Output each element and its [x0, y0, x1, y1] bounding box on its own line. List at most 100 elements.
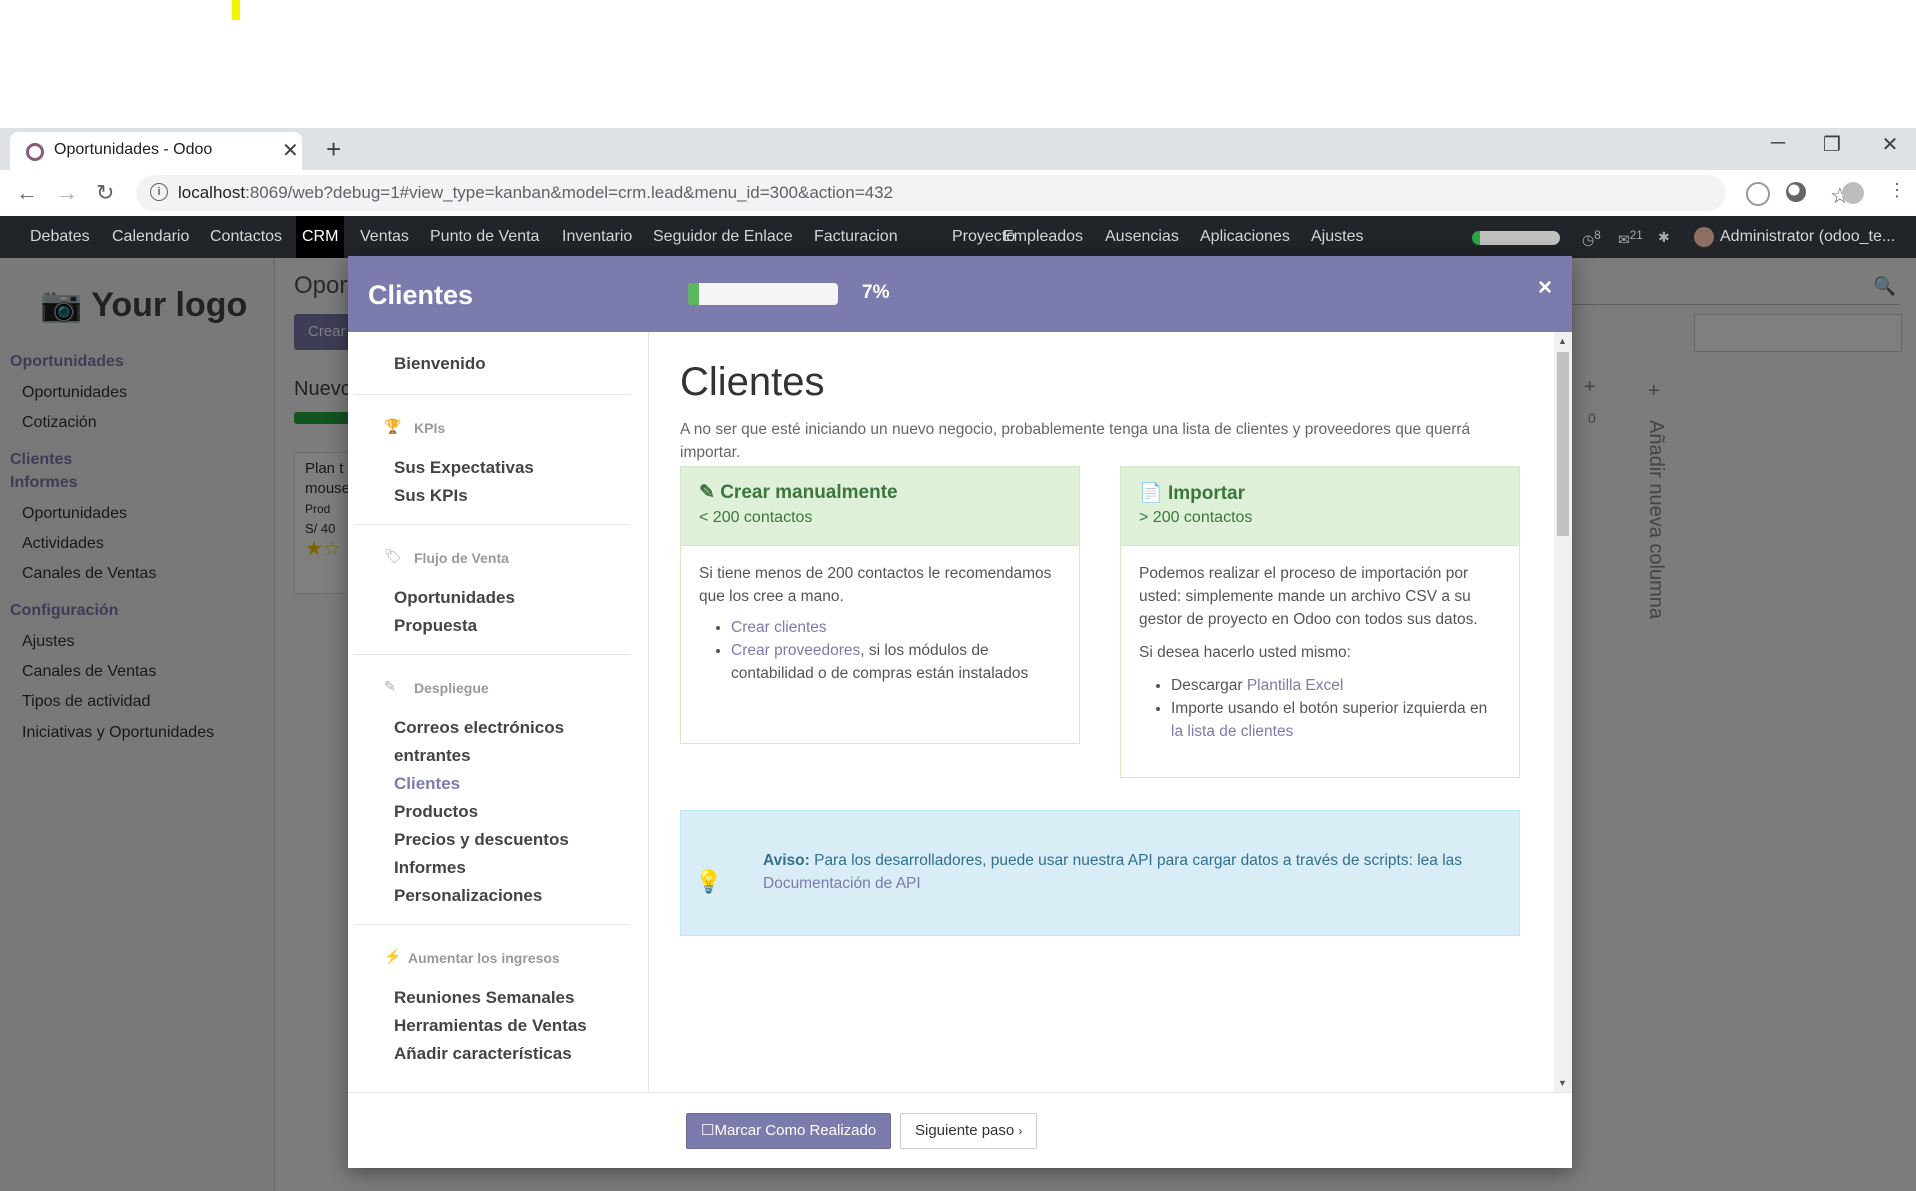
- url-text: localhost:8069/web?debug=1#view_type=kan…: [178, 183, 893, 203]
- menu-item-debates[interactable]: Debates: [30, 228, 90, 246]
- scroll-thumb[interactable]: [1557, 352, 1569, 536]
- divider: [354, 654, 630, 655]
- messages-count: 21: [1629, 229, 1643, 242]
- menu-item-inventario[interactable]: Inventario: [562, 228, 632, 246]
- browser-menu-icon[interactable]: ⋮: [1888, 180, 1906, 201]
- card-text: Si desea hacerlo usted mismo:: [1139, 644, 1351, 661]
- mark-done-label: Marcar Como Realizado: [714, 1122, 877, 1139]
- menu-item-empleados[interactable]: Empleados: [1003, 228, 1083, 246]
- activities-icon[interactable]: ◷8: [1582, 229, 1601, 249]
- create-vendors-link[interactable]: Crear proveedores: [731, 642, 860, 659]
- tag-icon: 🏷: [384, 548, 402, 564]
- nav-link[interactable]: entrantes: [394, 746, 471, 766]
- scroll-down-icon[interactable]: ▼: [1558, 1078, 1567, 1088]
- nav-link[interactable]: Oportunidades: [394, 588, 515, 608]
- url-input[interactable]: i localhost:8069/web?debug=1#view_type=k…: [136, 175, 1850, 211]
- menu-item-ajustes[interactable]: Ajustes: [1311, 228, 1363, 246]
- nav-link[interactable]: Herramientas de Ventas: [394, 1016, 587, 1036]
- notice-body: Para los desarrolladores, puede usar nue…: [809, 852, 1463, 869]
- nav-link[interactable]: Sus KPIs: [394, 486, 468, 506]
- nav-link[interactable]: Personalizaciones: [394, 886, 542, 906]
- menu-item-punto-de-venta[interactable]: Punto de Venta: [430, 228, 539, 246]
- list-item-text: Importe usando el botón superior izquier…: [1171, 700, 1488, 717]
- debug-bug-icon[interactable]: ✱: [1658, 229, 1670, 246]
- divider: [354, 924, 630, 925]
- modal-footer: ☐Marcar Como Realizado Siguiente paso ›: [348, 1092, 1572, 1169]
- menu-item-ausencias[interactable]: Ausencias: [1105, 228, 1179, 246]
- list-item: Crear proveedores, si los módulos de con…: [731, 639, 1061, 685]
- card-manual: ✎ Crear manualmente < 200 contactos Si t…: [680, 466, 1080, 744]
- card-title-text: Importar: [1167, 483, 1246, 504]
- card-body: Podemos realizar el proceso de importaci…: [1121, 546, 1519, 761]
- nav-link[interactable]: Sus Expectativas: [394, 458, 534, 478]
- customer-list-link[interactable]: la lista de clientes: [1171, 723, 1293, 740]
- messages-icon[interactable]: ✉21: [1618, 229, 1643, 249]
- card-title: 📄 Importar: [1139, 481, 1245, 505]
- tab-title: Oportunidades - Odoo: [54, 141, 213, 158]
- menu-item-facturacion[interactable]: Facturacion: [814, 228, 898, 246]
- extension-icon[interactable]: [1746, 182, 1770, 206]
- user-menu[interactable]: Administrator (odoo_te...: [1720, 228, 1895, 246]
- nav-link[interactable]: Precios y descuentos: [394, 830, 569, 850]
- menu-item-calendario[interactable]: Calendario: [112, 228, 189, 246]
- nav-link[interactable]: Propuesta: [394, 616, 477, 636]
- odoo-main-menu: Debates Calendario Contactos CRM Ventas Punto…: [0, 216, 1916, 258]
- minimize-icon[interactable]: ─: [1758, 132, 1798, 155]
- excel-template-link[interactable]: Plantilla Excel: [1247, 677, 1344, 694]
- content-intro: A no ser que esté iniciando un nuevo neg…: [680, 421, 1471, 461]
- avatar[interactable]: [1694, 227, 1714, 247]
- magic-icon: ✎: [384, 678, 396, 694]
- menu-item-crm[interactable]: CRM: [296, 216, 345, 258]
- nav-section-kpis: KPIs: [414, 420, 446, 436]
- yellow-mark: [232, 0, 240, 20]
- next-step-button[interactable]: Siguiente paso ›: [900, 1113, 1038, 1149]
- onboarding-nav: Bienvenido 🏆 KPIs Sus Expectativas Sus K…: [354, 332, 649, 1092]
- nav-link[interactable]: Reuniones Semanales: [394, 988, 574, 1008]
- checkbox-icon: ☐: [701, 1122, 715, 1139]
- menu-item-contactos[interactable]: Contactos: [210, 228, 282, 246]
- browser-tab[interactable]: Oportunidades - Odoo ✕: [10, 132, 302, 170]
- divider: [354, 394, 630, 395]
- chevron-right-icon: ›: [1018, 1124, 1023, 1138]
- tab-close-icon[interactable]: ✕: [282, 138, 299, 163]
- card-text: Podemos realizar el proceso de importaci…: [1139, 565, 1478, 628]
- menu-item-ventas[interactable]: Ventas: [360, 228, 409, 246]
- nav-link[interactable]: Añadir características: [394, 1044, 572, 1064]
- nav-link[interactable]: Productos: [394, 802, 478, 822]
- nav-link-active[interactable]: Clientes: [394, 774, 460, 794]
- scroll-up-icon[interactable]: ▲: [1558, 336, 1567, 346]
- onboarding-progress-bar[interactable]: [1472, 231, 1560, 245]
- bolt-icon: ⚡: [384, 948, 402, 964]
- nav-link-welcome[interactable]: Bienvenido: [394, 354, 486, 374]
- new-tab-button[interactable]: +: [326, 134, 341, 165]
- developer-notice: 💡 Aviso: Para los desarrolladores, puede…: [680, 810, 1520, 936]
- info-icon[interactable]: i: [150, 183, 168, 201]
- close-icon[interactable]: ×: [1538, 274, 1552, 302]
- card-subtitle: < 200 contactos: [699, 509, 813, 526]
- list-item: Crear clientes: [731, 616, 1061, 639]
- file-icon: 📄: [1139, 483, 1163, 504]
- back-icon[interactable]: ←: [16, 180, 38, 206]
- mark-done-button[interactable]: ☐Marcar Como Realizado: [686, 1113, 892, 1149]
- extension-icon-2[interactable]: [1786, 182, 1806, 202]
- trophy-icon: 🏆: [384, 418, 402, 434]
- progress-bar: [688, 283, 838, 305]
- create-customers-link[interactable]: Crear clientes: [731, 619, 827, 636]
- scrollbar[interactable]: ▲ ▼: [1554, 332, 1572, 1092]
- window-close-icon[interactable]: ✕: [1870, 132, 1910, 157]
- menu-item-aplicaciones[interactable]: Aplicaciones: [1200, 228, 1290, 246]
- nav-link[interactable]: Informes: [394, 858, 466, 878]
- list-item-text: Descargar: [1171, 677, 1247, 694]
- profile-icon[interactable]: [1842, 182, 1864, 204]
- card-text: Si tiene menos de 200 contactos le recom…: [699, 565, 1052, 605]
- odoo-favicon-icon: [26, 143, 44, 161]
- menu-item-seguidor-de-enlace[interactable]: Seguidor de Enlace: [653, 228, 793, 246]
- nav-link[interactable]: Correos electrónicos: [394, 718, 564, 738]
- card-subtitle: > 200 contactos: [1139, 509, 1253, 526]
- forward-icon[interactable]: →: [56, 180, 78, 206]
- next-step-label: Siguiente paso: [915, 1122, 1015, 1139]
- reload-icon[interactable]: ↻: [96, 180, 114, 206]
- address-bar-row: ← → ↻ i localhost:8069/web?debug=1#view_…: [0, 170, 1916, 217]
- restore-icon[interactable]: ❐: [1812, 132, 1852, 157]
- api-docs-link[interactable]: Documentación de API: [763, 875, 921, 892]
